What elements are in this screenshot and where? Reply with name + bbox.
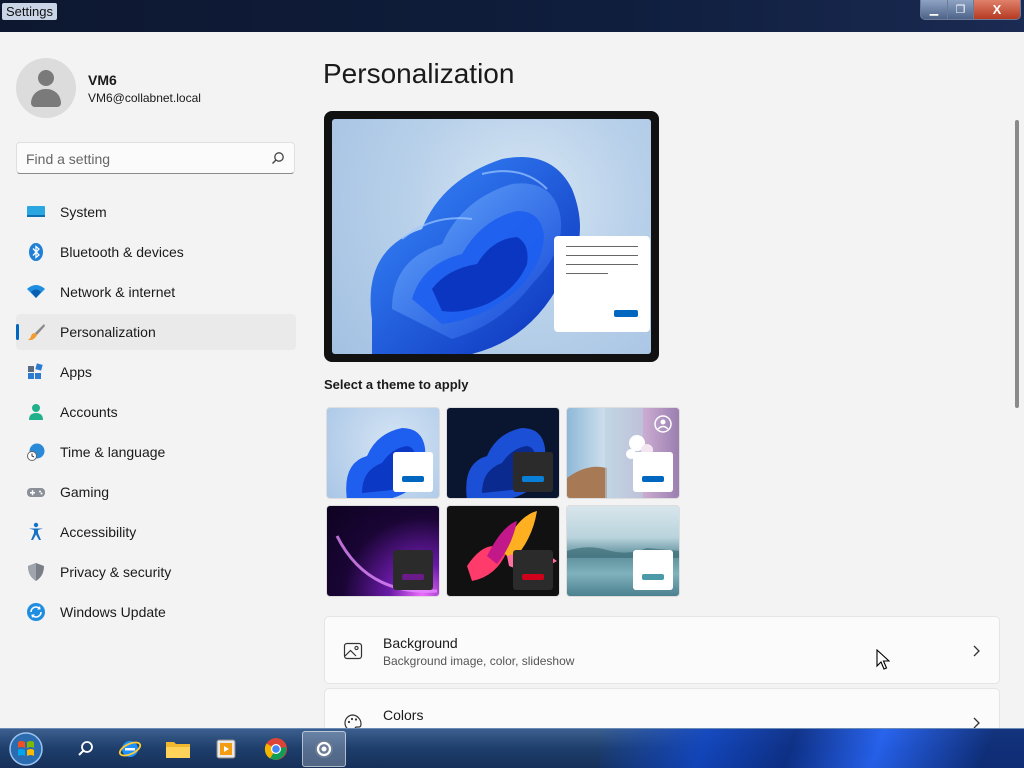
chevron-right-icon (973, 717, 980, 728)
sidebar-item-label: Gaming (60, 484, 110, 500)
sidebar-item-label: Bluetooth & devices (60, 244, 184, 260)
card-subtitle: Background image, color, slideshow (383, 654, 575, 668)
sidebar-nav: System Bluetooth & devices Network & int… (16, 194, 296, 634)
palette-icon (344, 714, 362, 728)
globe-clock-icon (27, 443, 45, 461)
search-input[interactable] (26, 149, 256, 169)
theme-windows-light[interactable] (326, 407, 440, 499)
sidebar-item-label: Network & internet (60, 284, 176, 300)
folder-icon (166, 742, 190, 758)
minimize-icon: ▁ (929, 4, 939, 16)
brush-icon (28, 324, 45, 341)
sidebar-item-label: System (60, 204, 107, 220)
chevron-right-icon (973, 645, 980, 657)
close-icon: X (992, 2, 1002, 17)
start-button[interactable] (6, 730, 46, 768)
sidebar-item-windows-update[interactable]: Windows Update (16, 594, 296, 630)
chrome-icon (264, 738, 287, 760)
search-icon (78, 741, 93, 756)
theme-preview (324, 111, 659, 362)
colors-settings-card[interactable]: Colors (324, 688, 1000, 728)
sidebar-item-system[interactable]: System (16, 194, 296, 230)
sidebar-item-label: Privacy & security (60, 564, 172, 580)
desktop-wallpaper-strip (600, 729, 1024, 768)
minimize-button[interactable]: ▁ (920, 0, 948, 20)
sidebar-item-bluetooth[interactable]: Bluetooth & devices (16, 234, 296, 270)
close-button[interactable]: X (973, 0, 1021, 20)
sidebar-item-accounts[interactable]: Accounts (16, 394, 296, 430)
sidebar-item-label: Time & language (60, 444, 166, 460)
search-icon[interactable] (271, 151, 285, 165)
person-icon (29, 404, 43, 420)
taskbar-search-button[interactable] (64, 731, 108, 767)
preview-wallpaper (332, 119, 651, 354)
theme-spotlight[interactable] (566, 407, 680, 499)
theme-captured-motion[interactable] (446, 505, 560, 597)
internet-explorer-icon (118, 741, 142, 757)
sidebar-item-label: Personalization (60, 324, 156, 340)
theme-flow[interactable] (566, 505, 680, 597)
taskbar (0, 728, 1024, 768)
avatar-body (31, 89, 61, 107)
sidebar-item-gaming[interactable]: Gaming (16, 474, 296, 510)
wifi-icon (27, 285, 45, 298)
sidebar-item-time-language[interactable]: Time & language (16, 434, 296, 470)
image-icon (343, 642, 363, 660)
maximize-icon: ❐ (955, 4, 966, 16)
gear-icon (315, 740, 333, 758)
card-title: Colors (383, 707, 424, 723)
mouse-cursor-icon (876, 649, 890, 670)
theme-section-label: Select a theme to apply (324, 377, 469, 392)
taskbar-file-explorer[interactable] (156, 731, 200, 767)
taskbar-settings[interactable] (302, 731, 346, 767)
accessibility-icon (29, 522, 43, 540)
window-title: Settings (2, 3, 57, 20)
background-settings-card[interactable]: Background Background image, color, slid… (324, 616, 1000, 684)
shield-icon (28, 563, 44, 581)
media-player-icon (216, 739, 236, 759)
theme-glow[interactable] (326, 505, 440, 597)
sidebar-item-accessibility[interactable]: Accessibility (16, 514, 296, 550)
taskbar-internet-explorer[interactable] (108, 731, 152, 767)
user-name: VM6 (88, 72, 117, 88)
search-box[interactable] (16, 142, 295, 174)
update-icon (27, 603, 45, 621)
title-bar: Settings ▁ ❐ X (0, 0, 1024, 32)
page-title: Personalization (323, 58, 515, 89)
preview-dialog (554, 236, 650, 332)
taskbar-chrome[interactable] (254, 731, 298, 767)
sidebar-item-personalization[interactable]: Personalization (16, 314, 296, 350)
bluetooth-icon (29, 243, 43, 261)
vertical-scrollbar[interactable] (1015, 120, 1019, 408)
apps-icon (28, 363, 43, 379)
sidebar-item-label: Accessibility (60, 524, 137, 540)
settings-window: VM6 VM6@collabnet.local System Bluetooth… (0, 32, 1024, 728)
monitor-icon (27, 206, 45, 217)
sidebar-item-label: Apps (60, 364, 92, 380)
card-title: Background (383, 635, 458, 651)
sidebar-item-privacy[interactable]: Privacy & security (16, 554, 296, 590)
theme-windows-dark[interactable] (446, 407, 560, 499)
sidebar-item-label: Accounts (60, 404, 118, 420)
avatar[interactable] (16, 58, 76, 118)
sidebar-item-label: Windows Update (60, 604, 166, 620)
sidebar-item-network[interactable]: Network & internet (16, 274, 296, 310)
maximize-button[interactable]: ❐ (947, 0, 974, 20)
sidebar-item-apps[interactable]: Apps (16, 354, 296, 390)
gamepad-icon (27, 488, 45, 497)
preview-accent-button (614, 310, 638, 317)
user-email: VM6@collabnet.local (88, 91, 201, 105)
taskbar-media-player[interactable] (204, 731, 248, 767)
avatar-head (38, 70, 54, 86)
